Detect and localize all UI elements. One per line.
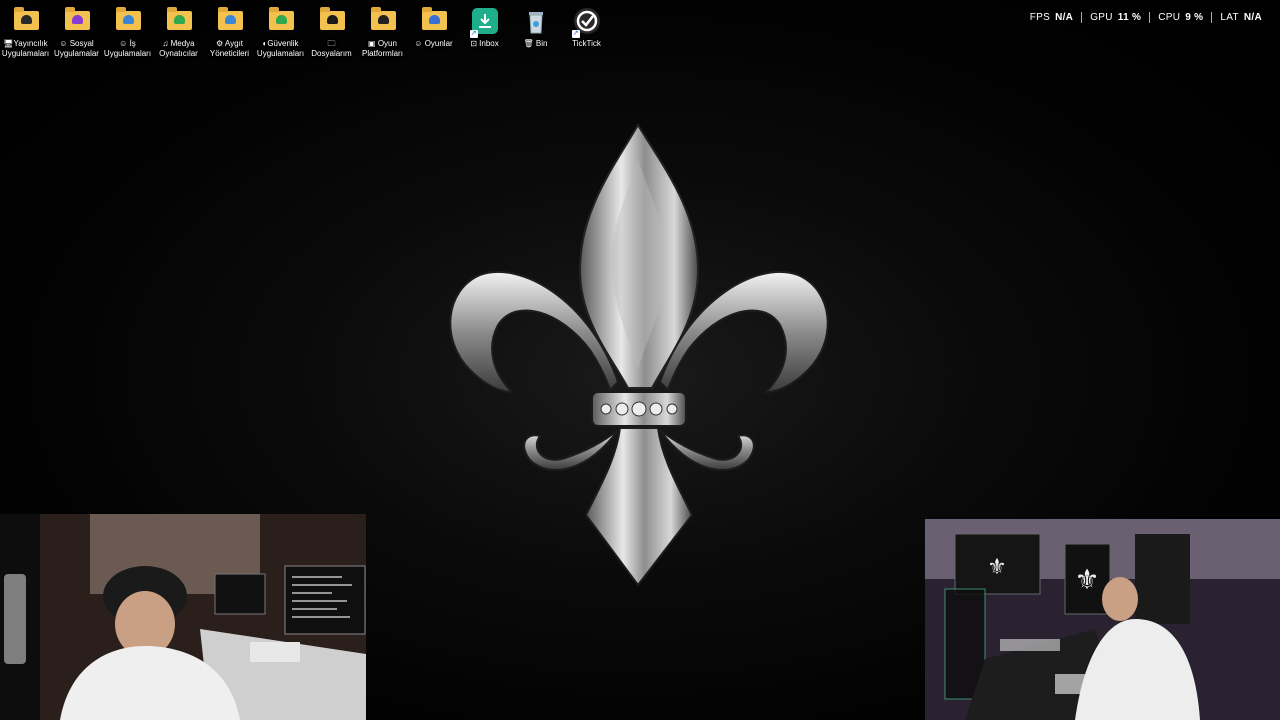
desktop-icon-label: ☺ İş Uygulamaları	[103, 39, 152, 58]
desktop-icon-label: ◐Güvenlik Uygulamaları	[256, 39, 305, 58]
lower-right-curl	[659, 429, 755, 471]
bin-icon[interactable]: 🗑 Bin	[510, 4, 561, 59]
folder-icon	[419, 6, 449, 36]
app-icon: ↗	[469, 6, 500, 38]
desktop-icon-label: 🗀 Dosyalarım	[311, 39, 352, 58]
desktop-icon-label: TickTick	[572, 39, 601, 48]
inbox-shortcut[interactable]: ↗ ⊡ Inbox	[459, 4, 510, 59]
folder-icon	[266, 6, 296, 36]
ticktick-shortcut[interactable]: ↗ TickTick	[561, 4, 612, 59]
oyun-platformlari-folder[interactable]: ▣ Oyun Platformları	[357, 4, 408, 59]
oyunlar-folder[interactable]: ☺ Oyunlar	[408, 4, 459, 59]
is-folder[interactable]: ☺ İş Uygulamaları	[102, 4, 153, 59]
desktop-icon-label: ▣ Oyun Platformları	[362, 39, 403, 58]
perf-value: 9 %	[1185, 12, 1204, 23]
perf-key: GPU	[1090, 12, 1113, 23]
folder-icon	[215, 6, 245, 36]
folder-icon	[164, 6, 194, 36]
left-webcam-feed	[0, 514, 366, 720]
right-webcam-feed: ⚜ ⚜	[925, 519, 1280, 720]
perf-value: N/A	[1243, 12, 1262, 23]
shortcut-arrow-icon: ↗	[571, 30, 580, 38]
folder-icon	[62, 6, 92, 36]
perf-cpu: CPU 9 %	[1150, 12, 1211, 23]
folder-icon	[11, 6, 41, 36]
desktop-icon-label: 🗑 Bin	[523, 39, 548, 48]
desktop-icon-label: 🖥Yayıncılık Uygulamaları	[1, 39, 50, 58]
shortcut-arrow-icon: ↗	[469, 30, 478, 38]
sosyal-folder[interactable]: ☺ Sosyal Uygulamalar	[51, 4, 102, 59]
perf-key: LAT	[1220, 12, 1239, 23]
bottom-spike	[584, 427, 694, 587]
perf-lat: LAT N/A	[1212, 12, 1270, 23]
folder-icon	[317, 6, 347, 36]
svg-text:⚜: ⚜	[987, 555, 1007, 580]
perf-key: FPS	[1029, 12, 1051, 23]
desktop-icon-label: ♫ Medya Oynatıcılar	[159, 39, 198, 58]
perf-key: CPU	[1158, 12, 1181, 23]
desktop-icon-row: 🖥Yayıncılık Uygulamaları ☺ Sosyal Uygulam…	[0, 4, 612, 59]
dosyalarim-folder[interactable]: 🗀 Dosyalarım	[306, 4, 357, 59]
aygit-folder[interactable]: ⚙ Aygıt Yöneticileri	[204, 4, 255, 59]
desktop-icon-label: ⊡ Inbox	[470, 39, 499, 48]
perf-value: N/A	[1055, 12, 1074, 23]
medya-folder[interactable]: ♫ Medya Oynatıcılar	[153, 4, 204, 59]
folder-icon	[113, 6, 143, 36]
svg-text:⚜: ⚜	[1074, 563, 1099, 596]
perf-fps: FPS N/A	[1022, 12, 1081, 23]
desktop-icon-label: ⚙ Aygıt Yöneticileri	[209, 39, 250, 58]
fleur-de-lis-wallpaper	[449, 123, 829, 587]
yayincilik-folder[interactable]: 🖥Yayıncılık Uygulamaları	[0, 4, 51, 59]
folder-icon	[368, 6, 398, 36]
perf-value: 11 %	[1117, 12, 1142, 23]
guvenlik-folder[interactable]: ◐Güvenlik Uygulamaları	[255, 4, 306, 59]
recycle-bin-icon	[521, 6, 551, 36]
perf-gpu: GPU 11 %	[1082, 12, 1149, 23]
performance-overlay: FPS N/A GPU 11 % CPU 9 % LAT N/A	[1022, 12, 1270, 23]
desktop-icon-label: ☺ Oyunlar	[414, 39, 453, 48]
lower-left-curl	[523, 429, 619, 471]
app-icon: ↗	[571, 6, 602, 38]
desktop-icon-label: ☺ Sosyal Uygulamalar	[54, 39, 99, 58]
